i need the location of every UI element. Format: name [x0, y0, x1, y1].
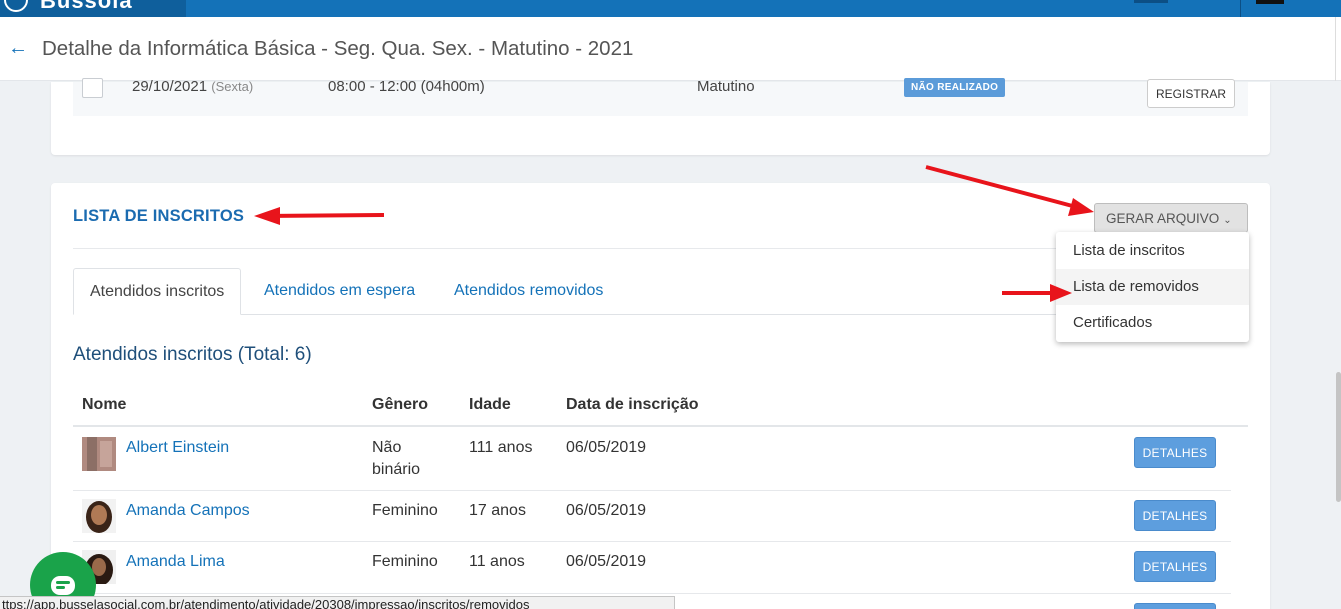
column-header-age[interactable]: Idade	[469, 396, 511, 414]
schedule-time: 08:00 - 12:00 (04h00m)	[328, 78, 485, 95]
avatar-image	[82, 437, 116, 471]
status-bar-url: ttps://app.busselasocial.com.br/atendime…	[0, 596, 675, 609]
tab-removed[interactable]: Atendidos removidos	[438, 268, 619, 315]
avatar-image	[82, 499, 116, 533]
member-gender-line1: Não	[372, 439, 402, 456]
column-header-gender[interactable]: Gênero	[372, 396, 428, 414]
member-gender-line2: binário	[372, 461, 421, 478]
generate-file-dropdown: Lista de inscritos Lista de removidos Ce…	[1056, 232, 1249, 342]
logo-wordmark: Bussola	[40, 0, 133, 13]
schedule-row: 29/10/2021 (Sexta) 08:00 - 12:00 (04h00m…	[73, 78, 1248, 116]
member-name[interactable]: Amanda Campos	[126, 500, 250, 522]
page-title: Detalhe da Informática Básica - Seg. Qua…	[42, 37, 634, 60]
top-navbar: Bussola	[0, 0, 1341, 17]
dropdown-item-removed-list[interactable]: Lista de removidos	[1056, 269, 1249, 305]
logo[interactable]: Bussola	[0, 0, 186, 17]
navbar-button[interactable]	[1134, 0, 1168, 3]
chevron-down-icon: ⌄	[1223, 214, 1232, 226]
avatar	[82, 499, 116, 533]
status-badge: NÃO REALIZADO	[904, 78, 1006, 97]
member-date: 06/05/2019	[566, 502, 647, 519]
list-title: Atendidos inscritos (Total: 6)	[73, 344, 312, 365]
table-row: Albert Einstein Não binário 111 anos 06/0…	[73, 428, 1231, 491]
navbar-icon[interactable]	[1256, 0, 1284, 4]
schedule-day: (Sexta)	[211, 79, 254, 94]
logo-icon	[4, 0, 28, 12]
member-age: 17 anos	[469, 502, 526, 519]
dropdown-item-enrolled-list[interactable]: Lista de inscritos	[1056, 233, 1249, 269]
page-header: ← Detalhe da Informática Básica - Seg. Q…	[0, 17, 1341, 81]
schedule-shift: Matutino	[697, 78, 755, 95]
schedule-card: 29/10/2021 (Sexta) 08:00 - 12:00 (04h00m…	[51, 78, 1270, 155]
column-header-date[interactable]: Data de inscrição	[566, 396, 699, 414]
column-header-name[interactable]: Nome	[82, 396, 126, 414]
chat-icon	[51, 576, 75, 595]
table-header: Nome Gênero Idade Data de inscrição	[73, 387, 1248, 427]
register-button[interactable]: REGISTRAR	[1147, 79, 1235, 108]
member-date: 06/05/2019	[566, 553, 647, 570]
table-row: Amanda Lima Feminino 11 anos 06/05/2019 …	[73, 542, 1231, 594]
table-row: Amanda Campos Feminino 17 anos 06/05/201…	[73, 491, 1231, 542]
details-button[interactable]: DETALHES	[1134, 500, 1216, 531]
scrollbar-thumb[interactable]	[1336, 372, 1341, 502]
details-button[interactable]: DETALHES	[1134, 551, 1216, 582]
tab-enrolled[interactable]: Atendidos inscritos	[73, 268, 242, 315]
member-name[interactable]: Albert Einstein	[126, 437, 229, 459]
member-age: 111 anos	[469, 439, 533, 456]
member-gender: Feminino	[372, 502, 438, 519]
details-button[interactable]: DETALHES	[1134, 437, 1216, 468]
dropdown-item-certificates[interactable]: Certificados	[1056, 305, 1249, 341]
details-button[interactable]	[1134, 603, 1216, 609]
member-age: 11 anos	[469, 553, 525, 570]
section-title: LISTA DE INSCRITOS	[73, 207, 245, 225]
schedule-date-value: 29/10/2021	[132, 78, 208, 95]
header-divider	[1335, 17, 1336, 81]
arrow-left-icon[interactable]: ←	[8, 36, 28, 60]
member-gender: Não binário	[372, 437, 420, 481]
member-name[interactable]: Amanda Lima	[126, 551, 225, 573]
tab-waiting[interactable]: Atendidos em espera	[248, 268, 431, 315]
navbar-divider	[1240, 0, 1241, 17]
member-gender: Feminino	[372, 553, 438, 570]
generate-file-label: GERAR ARQUIVO	[1106, 210, 1220, 226]
schedule-date: 29/10/2021 (Sexta)	[132, 78, 253, 95]
member-date: 06/05/2019	[566, 439, 647, 456]
generate-file-button[interactable]: GERAR ARQUIVO ⌄	[1094, 203, 1248, 233]
schedule-checkbox[interactable]	[82, 78, 103, 98]
avatar	[82, 437, 116, 471]
